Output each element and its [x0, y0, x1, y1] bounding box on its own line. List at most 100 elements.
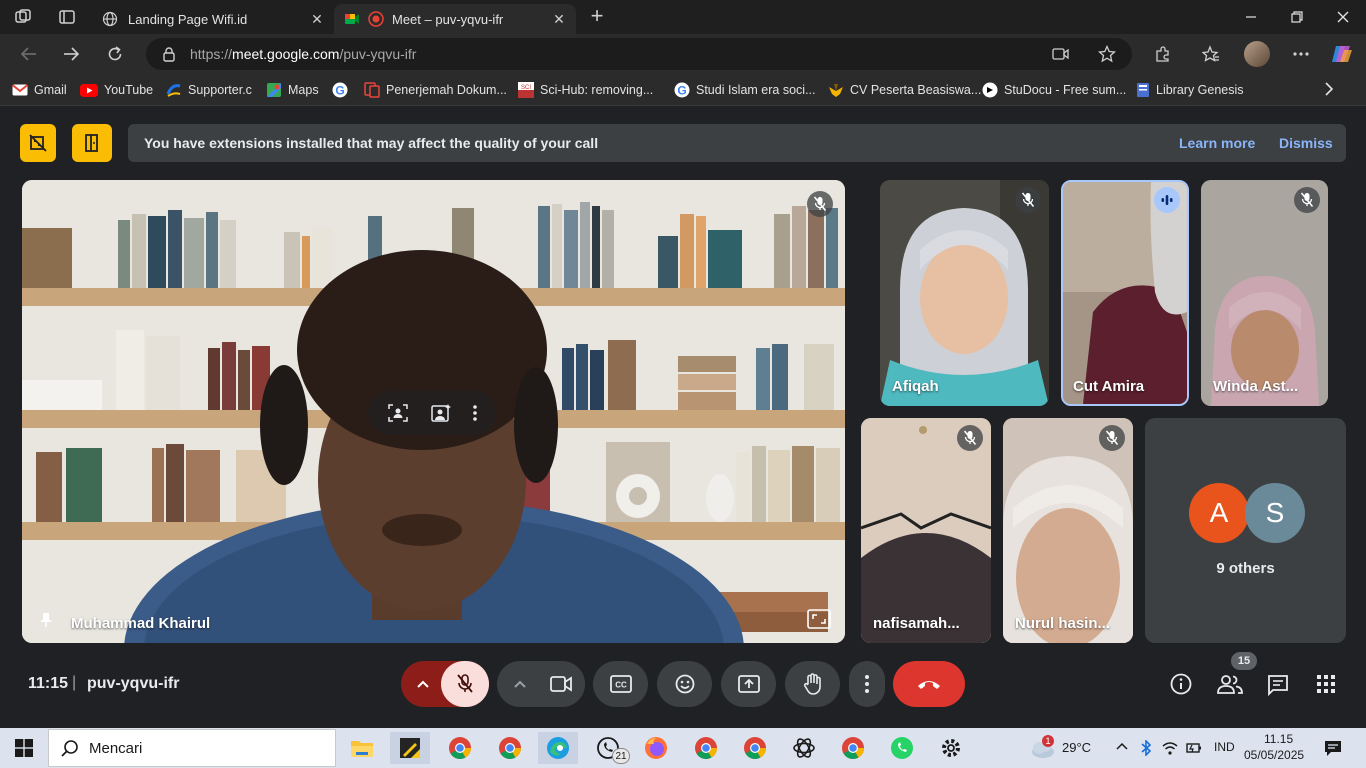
camera-in-use-icon[interactable]: [1052, 46, 1070, 62]
chatgpt-icon[interactable]: [784, 732, 824, 764]
svg-text:G: G: [677, 83, 686, 97]
participant-tile-nurul[interactable]: Nurul hasin...: [1003, 418, 1133, 643]
start-button[interactable]: [4, 732, 44, 764]
bookmark-supporter[interactable]: Supporter.c: [166, 81, 252, 99]
pin-icon[interactable]: [40, 612, 52, 628]
participant-tile-winda[interactable]: Winda Ast...: [1201, 180, 1328, 406]
chrome-icon[interactable]: [490, 732, 530, 764]
reactions-button[interactable]: [657, 661, 712, 707]
minimize-icon[interactable]: [1228, 0, 1274, 34]
site-info-icon[interactable]: [162, 46, 176, 62]
fullscreen-icon[interactable]: [807, 609, 831, 629]
extensions-icon[interactable]: [1148, 40, 1178, 68]
bookmark-scihub[interactable]: SCI Sci-Hub: removing...: [518, 81, 653, 99]
bookmarks-overflow-icon[interactable]: [1324, 82, 1334, 96]
bookmark-translator[interactable]: Penerjemah Dokum...: [364, 81, 507, 99]
learn-more-link[interactable]: Learn more: [1179, 135, 1255, 151]
tab-meet[interactable]: Meet – puv-yqvu-ifr ✕: [334, 4, 576, 34]
clock-time[interactable]: 11.15: [1264, 732, 1293, 746]
visual-effects-off-button[interactable]: [20, 124, 56, 162]
google-icon: G: [332, 82, 348, 98]
taskbar-search[interactable]: Mencari: [48, 729, 336, 767]
firefox-icon[interactable]: [636, 732, 676, 764]
participant-tile-cut-amira[interactable]: Cut Amira: [1061, 180, 1189, 406]
bookmark-google[interactable]: G: [332, 81, 348, 99]
forward-icon[interactable]: [56, 40, 86, 68]
meeting-details-icon[interactable]: [1170, 673, 1192, 695]
activities-icon[interactable]: [1316, 674, 1336, 694]
muted-badge: [1099, 425, 1125, 451]
bookmark-label: Gmail: [34, 83, 67, 97]
frame-person-icon[interactable]: [387, 403, 409, 423]
url-path: /puv-yqvu-ifr: [339, 46, 417, 62]
favorite-star-icon[interactable]: [1098, 45, 1116, 63]
wifi-icon[interactable]: [1162, 740, 1178, 756]
raise-hand-button[interactable]: [785, 661, 840, 707]
bookmark-gmail[interactable]: Gmail: [12, 81, 67, 99]
others-tile[interactable]: A S 9 others: [1145, 418, 1346, 643]
captions-button[interactable]: CC: [593, 661, 648, 707]
weather-temperature[interactable]: 29°C: [1062, 740, 1091, 755]
microphone-toggle-button[interactable]: [441, 661, 489, 707]
restore-icon[interactable]: [1274, 0, 1320, 34]
bookmark-label: YouTube: [104, 83, 154, 97]
profile-avatar[interactable]: [1244, 41, 1270, 67]
visual-effects-icon[interactable]: [430, 403, 452, 423]
chrome-icon[interactable]: [735, 732, 775, 764]
video-settings-button[interactable]: [500, 663, 540, 705]
more-menu-icon[interactable]: [1286, 40, 1316, 68]
bookmark-cv-peserta[interactable]: CV Peserta Beasiswa...: [828, 81, 981, 99]
new-tab-icon[interactable]: +: [586, 5, 608, 28]
back-icon[interactable]: [14, 40, 44, 68]
favorites-icon[interactable]: [1196, 40, 1226, 68]
main-video-tile[interactable]: Muhammad Khairul: [22, 180, 845, 643]
edge-icon[interactable]: [538, 732, 578, 764]
sticky-notes-icon[interactable]: [390, 732, 430, 764]
bookmark-studocu[interactable]: StuDocu - Free sum...: [982, 81, 1126, 99]
keyboard-language[interactable]: IND: [1214, 740, 1235, 754]
participant-tile-nafisamah[interactable]: nafisamah...: [861, 418, 991, 643]
bookmark-studi-islam[interactable]: G Studi Islam era soci...: [674, 81, 816, 99]
tray-chevron-up-icon[interactable]: [1116, 742, 1128, 750]
address-bar[interactable]: https://meet.google.com/puv-yqvu-ifr: [146, 38, 1132, 70]
others-count-label: 9 others: [1216, 560, 1275, 577]
participant-tile-afiqah[interactable]: Afiqah: [880, 180, 1049, 406]
bookmark-youtube[interactable]: YouTube: [80, 81, 153, 99]
closed-captions-icon: CC: [609, 675, 632, 693]
leave-call-button[interactable]: [893, 661, 965, 707]
camera-toggle-button[interactable]: [537, 661, 585, 707]
people-count-badge: 15: [1231, 652, 1257, 670]
workspaces-icon[interactable]: [14, 8, 32, 26]
participant-name: nafisamah...: [873, 615, 960, 632]
more-options-button[interactable]: [849, 661, 885, 707]
people-icon[interactable]: [1217, 673, 1243, 695]
recording-icon: [368, 11, 384, 27]
present-screen-button[interactable]: [721, 661, 776, 707]
file-explorer-icon[interactable]: [342, 732, 382, 764]
settings-gear-icon[interactable]: [931, 732, 971, 764]
notification-count: 21: [615, 750, 627, 762]
hand-icon: [803, 673, 823, 695]
bluetooth-icon[interactable]: [1141, 740, 1151, 756]
bookmark-libgen[interactable]: Library Genesis: [1136, 81, 1244, 99]
close-window-icon[interactable]: [1320, 0, 1366, 34]
tab-landing-page[interactable]: Landing Page Wifi.id ✕: [92, 4, 334, 34]
chrome-icon[interactable]: [440, 732, 480, 764]
chrome-icon[interactable]: [833, 732, 873, 764]
copilot-icon[interactable]: [1330, 42, 1354, 66]
reload-icon[interactable]: [100, 40, 130, 68]
dismiss-button[interactable]: Dismiss: [1279, 135, 1333, 151]
performance-button[interactable]: [72, 124, 112, 162]
tab-actions-icon[interactable]: [58, 8, 76, 26]
tile-more-options-icon[interactable]: [473, 405, 478, 421]
chrome-icon[interactable]: [686, 732, 726, 764]
whatsapp-green-icon[interactable]: [882, 732, 922, 764]
audio-settings-button[interactable]: [403, 663, 443, 705]
chat-icon[interactable]: [1267, 674, 1289, 696]
clock-date[interactable]: 05/05/2025: [1244, 748, 1304, 762]
battery-icon[interactable]: [1186, 740, 1204, 756]
bookmark-maps[interactable]: Maps: [266, 81, 319, 99]
close-tab-icon[interactable]: ✕: [308, 10, 326, 28]
notification-center-icon[interactable]: [1324, 739, 1342, 757]
close-tab-icon[interactable]: ✕: [550, 10, 568, 28]
